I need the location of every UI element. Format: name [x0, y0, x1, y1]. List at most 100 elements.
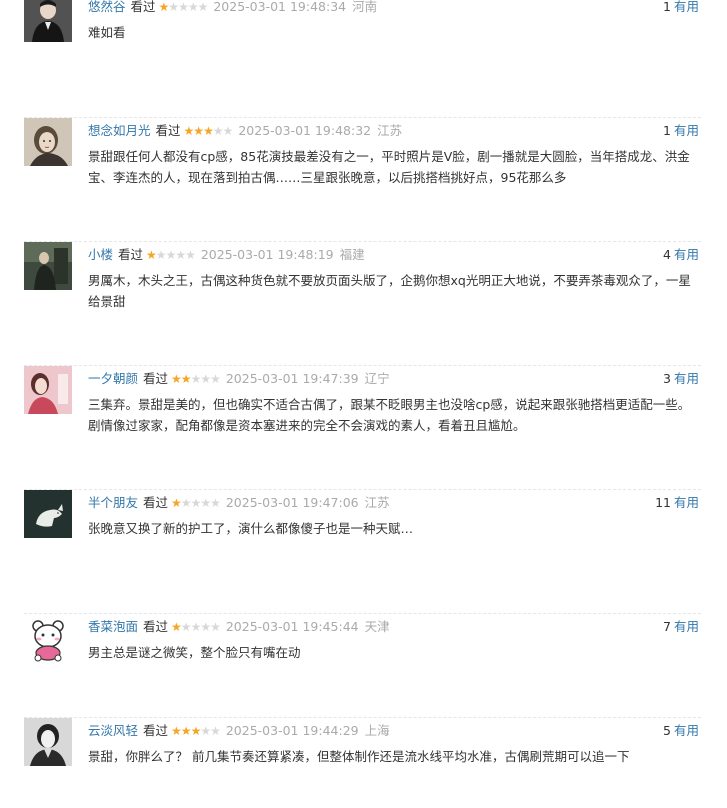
comment-text: 张晚意又换了新的护工了，演什么都像傻子也是一种天赋…	[88, 521, 414, 536]
star-empty-icon: ★	[190, 372, 202, 386]
vote-count: 7	[663, 619, 671, 634]
star-filled-icon: ★	[183, 124, 195, 138]
comment-item: 半个朋友 看过 ★★★★★ 2025-03-01 19:47:06 江苏 11 有用 张晚…	[0, 490, 727, 614]
vote-count: 1	[663, 123, 671, 138]
star-empty-icon: ★	[180, 620, 192, 634]
star-empty-icon: ★	[155, 248, 167, 262]
avatar[interactable]	[24, 242, 72, 290]
useful-button[interactable]: 有用	[674, 495, 699, 510]
avatar-white-animal-icon	[24, 490, 72, 538]
comment-meta: 小楼 看过 ★★★★★ 2025-03-01 19:48:19 福建	[88, 246, 699, 264]
comment-time: 2025-03-01 19:47:39	[225, 371, 359, 386]
useful-vote[interactable]: 11 有用	[655, 494, 699, 512]
comment-location: 河南	[352, 0, 378, 14]
comment-location: 天津	[364, 619, 390, 634]
star-empty-icon: ★	[178, 0, 189, 14]
useful-vote[interactable]: 4 有用	[663, 246, 699, 264]
useful-button[interactable]: 有用	[674, 619, 699, 634]
username-link[interactable]: 半个朋友	[88, 495, 138, 510]
comment-item: 小楼 看过 ★★★★★ 2025-03-01 19:48:19 福建 4 有用 男厲木，木…	[0, 242, 727, 366]
star-empty-icon: ★	[197, 0, 209, 14]
comment-location: 江苏	[377, 123, 403, 138]
rating-stars: ★★★★★	[171, 618, 221, 636]
useful-vote[interactable]: 7 有用	[663, 618, 699, 636]
avatar[interactable]	[24, 718, 72, 766]
rating-stars: ★★★★★	[183, 122, 234, 140]
avatar[interactable]	[24, 490, 72, 538]
username-link[interactable]: 想念如月光	[88, 123, 151, 138]
star-filled-icon: ★	[180, 372, 192, 386]
username-link[interactable]: 香菜泡面	[88, 619, 138, 634]
avatar[interactable]	[24, 614, 72, 662]
comment-location: 辽宁	[364, 371, 390, 386]
username-link[interactable]: 悠然谷	[88, 0, 126, 14]
star-empty-icon: ★	[212, 124, 224, 138]
comment-time: 2025-03-01 19:45:44	[225, 619, 359, 634]
star-filled-icon: ★	[193, 124, 204, 138]
rating-stars: ★★★★★	[171, 722, 221, 740]
star-empty-icon: ★	[210, 496, 221, 510]
rated-label: 看过	[143, 723, 169, 738]
avatar-woman-pink-icon	[24, 366, 72, 414]
rated-label: 看过	[143, 619, 169, 634]
star-empty-icon: ★	[185, 248, 196, 262]
star-empty-icon: ★	[222, 124, 234, 138]
star-empty-icon: ★	[200, 372, 211, 386]
comment-item: 悠然谷 看过 ★★★★★ 2025-03-01 19:48:34 河南 1 有用 难如看	[0, 0, 727, 118]
vote-count: 4	[663, 247, 671, 262]
comment-item: 香菜泡面 看过 ★★★★★ 2025-03-01 19:45:44 天津 7 有用 男主总…	[0, 614, 727, 718]
username-link[interactable]: 云淡风轻	[88, 723, 138, 738]
star-empty-icon: ★	[210, 372, 221, 386]
rating-stars: ★★★★★	[171, 494, 221, 512]
useful-vote[interactable]: 3 有用	[663, 370, 699, 388]
useful-button[interactable]: 有用	[674, 123, 699, 138]
star-filled-icon: ★	[171, 620, 182, 634]
star-empty-icon: ★	[187, 0, 199, 14]
comment-location: 上海	[364, 723, 390, 738]
useful-button[interactable]: 有用	[674, 0, 699, 14]
comment-meta: 想念如月光 看过 ★★★★★ 2025-03-01 19:48:32 江苏	[88, 122, 699, 140]
star-empty-icon: ★	[210, 620, 221, 634]
useful-vote[interactable]: 1 有用	[663, 0, 699, 16]
star-filled-icon: ★	[180, 724, 192, 738]
comment-meta: 悠然谷 看过 ★★★★★ 2025-03-01 19:48:34 河南	[88, 0, 699, 16]
comment-meta: 云淡风轻 看过 ★★★★★ 2025-03-01 19:44:29 上海	[88, 722, 699, 740]
useful-button[interactable]: 有用	[674, 723, 699, 738]
star-filled-icon: ★	[171, 496, 182, 510]
rated-label: 看过	[118, 247, 144, 262]
comment-location: 江苏	[364, 495, 390, 510]
comment-text: 男厲木，木头之王，古偶这种货色就不要放页面头版了，企鹅你想xq光明正大地说，不要…	[88, 273, 691, 309]
star-empty-icon: ★	[168, 0, 179, 14]
star-filled-icon: ★	[203, 124, 214, 138]
useful-button[interactable]: 有用	[674, 247, 699, 262]
avatar-woman-vintage-icon	[24, 118, 72, 166]
rating-stars: ★★★★★	[146, 246, 196, 264]
useful-vote[interactable]: 1 有用	[663, 122, 699, 140]
vote-count: 11	[655, 495, 671, 510]
comment-text: 男主总是谜之微笑，整个脸只有嘴在动	[88, 645, 301, 660]
star-empty-icon: ★	[200, 620, 211, 634]
username-link[interactable]: 一夕朝颜	[88, 371, 138, 386]
rating-stars: ★★★★★	[158, 0, 209, 16]
comment-time: 2025-03-01 19:44:29	[225, 723, 359, 738]
comment-location: 福建	[339, 247, 365, 262]
comment-text: 景甜，你胖么了？ 前几集节奏还算紧凑，但整体制作还是流水线平均水准，古偶刷荒期可…	[88, 749, 630, 764]
useful-button[interactable]: 有用	[674, 371, 699, 386]
star-filled-icon: ★	[171, 372, 182, 386]
username-link[interactable]: 小楼	[88, 247, 113, 262]
avatar-figure-green-icon	[24, 242, 72, 290]
comment-time: 2025-03-01 19:48:19	[200, 247, 334, 262]
comment-text: 三集弃。景甜是美的，但也确实不适合古偶了，跟某不眨眼男主也没啥cp感，说起来跟张…	[88, 397, 691, 433]
avatar[interactable]	[24, 0, 72, 42]
comment-meta: 一夕朝颜 看过 ★★★★★ 2025-03-01 19:47:39 辽宁	[88, 370, 699, 388]
rated-label: 看过	[130, 0, 156, 14]
avatar[interactable]	[24, 366, 72, 414]
star-filled-icon: ★	[158, 0, 170, 14]
rated-label: 看过	[155, 123, 181, 138]
star-filled-icon: ★	[146, 248, 157, 262]
avatar[interactable]	[24, 118, 72, 166]
rating-stars: ★★★★★	[171, 370, 221, 388]
useful-vote[interactable]: 5 有用	[663, 722, 699, 740]
comment-time: 2025-03-01 19:47:06	[225, 495, 359, 510]
comment-text: 景甜跟任何人都没有cp感，85花演技最差没有之一，平时照片是V脸，剧一播就是大圆…	[88, 149, 690, 185]
